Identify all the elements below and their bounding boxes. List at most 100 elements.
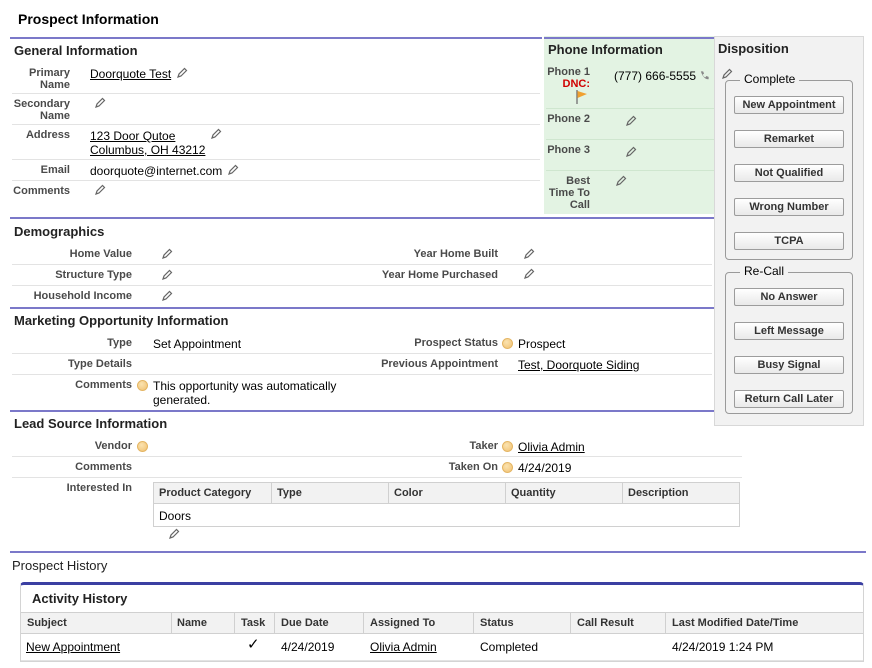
demographics-title: Demographics (14, 224, 105, 239)
address-line1-link[interactable]: 123 Door Qutoe (90, 129, 175, 143)
lead-comments-label: Comments (75, 461, 132, 473)
not-qualified-button[interactable]: Not Qualified (734, 164, 844, 182)
section-rule (10, 307, 714, 309)
section-rule (10, 551, 866, 553)
col-subject[interactable]: Subject (27, 617, 67, 629)
email-value: doorquote@internet.com (90, 164, 223, 178)
vendor-help-icon[interactable] (137, 441, 148, 452)
prospect-status-label: Prospect Status (414, 337, 498, 349)
activity-history-title: Activity History (32, 591, 128, 606)
subject-link[interactable]: New Appointment (26, 640, 120, 654)
edit-email-icon[interactable] (227, 164, 239, 176)
address-label: Address (25, 129, 70, 141)
previous-appt-label: Previous Appointment (381, 358, 498, 370)
dnc-flag-icon (574, 89, 590, 108)
prospect-status-value: Prospect (518, 337, 566, 351)
general-section-title: General Information (14, 43, 138, 58)
phone-call-icon[interactable] (699, 70, 710, 84)
type-details-label: Type Details (68, 358, 132, 370)
col-product-category[interactable]: Product Category (159, 487, 251, 499)
primary-name-label: Primary Name (29, 67, 70, 91)
col-due-date[interactable]: Due Date (281, 617, 329, 629)
interested-table-row (153, 504, 740, 527)
task-check-icon: ✓ (247, 636, 260, 653)
phone3-label: Phone 3 (547, 144, 590, 156)
col-last-modified[interactable]: Last Modified Date/Time (672, 617, 798, 629)
wrong-number-button[interactable]: Wrong Number (734, 198, 844, 216)
col-task[interactable]: Task (241, 617, 265, 629)
structure-type-label: Structure Type (55, 269, 132, 281)
phone1-value: (777) 666-5555 (614, 69, 697, 83)
complete-legend: Complete (740, 72, 800, 86)
edit-comments-icon[interactable] (94, 184, 106, 196)
col-assigned-to[interactable]: Assigned To (370, 617, 435, 629)
edit-disposition-icon[interactable] (721, 68, 733, 80)
col-color[interactable]: Color (394, 487, 423, 499)
vendor-label: Vendor (94, 440, 132, 452)
taken-on-label: Taken On (448, 461, 498, 473)
household-income-label: Household Income (33, 290, 132, 302)
new-appointment-button[interactable]: New Appointment (734, 96, 844, 114)
edit-best-time-icon[interactable] (615, 175, 627, 187)
section-rule (10, 410, 714, 412)
phone-section-title: Phone Information (548, 42, 663, 57)
secondary-name-label: Secondary Name (13, 98, 70, 122)
left-message-button[interactable]: Left Message (734, 322, 844, 340)
comments-help-icon[interactable] (137, 380, 148, 391)
address-line2-link[interactable]: Columbus, OH 43212 (90, 143, 205, 157)
edit-household-income-icon[interactable] (161, 290, 173, 302)
primary-name-link[interactable]: Doorquote Test (90, 67, 171, 81)
disposition-title: Disposition (718, 41, 789, 56)
edit-interested-in-icon[interactable] (168, 528, 180, 540)
prospect-history-title: Prospect History (12, 558, 108, 573)
col-type[interactable]: Type (277, 487, 302, 499)
edit-primary-name-icon[interactable] (176, 67, 188, 79)
edit-secondary-name-icon[interactable] (94, 97, 106, 109)
section-rule (10, 217, 714, 219)
return-call-later-button[interactable]: Return Call Later (734, 390, 844, 408)
edit-year-purchased-icon[interactable] (523, 268, 535, 280)
edit-structure-type-icon[interactable] (161, 269, 173, 281)
edit-address-icon[interactable] (210, 128, 222, 140)
edit-phone3-icon[interactable] (625, 146, 637, 158)
edit-year-built-icon[interactable] (523, 248, 535, 260)
taker-label: Taker (469, 440, 498, 452)
year-purchased-label: Year Home Purchased (381, 269, 498, 281)
tcpa-button[interactable]: TCPA (734, 232, 844, 250)
best-time-label: Best Time To Call (548, 175, 590, 211)
taker-link[interactable]: Olivia Admin (518, 440, 585, 454)
marketing-comments-label: Comments (75, 379, 132, 391)
edit-home-value-icon[interactable] (161, 248, 173, 260)
year-built-label: Year Home Built (413, 248, 498, 260)
previous-appt-link[interactable]: Test, Doorquote Siding (518, 358, 639, 372)
page-title: Prospect Information (18, 11, 159, 27)
last-modified-value: 4/24/2019 1:24 PM (672, 640, 774, 654)
phone2-label: Phone 2 (547, 113, 590, 125)
taker-help-icon[interactable] (502, 441, 513, 452)
no-answer-button[interactable]: No Answer (734, 288, 844, 306)
section-rule (10, 37, 542, 39)
prospect-status-help-icon[interactable] (502, 338, 513, 349)
recall-legend: Re-Call (740, 264, 789, 278)
assigned-to-link[interactable]: Olivia Admin (370, 640, 437, 654)
home-value-label: Home Value (69, 248, 132, 260)
type-label: Type (107, 337, 132, 349)
busy-signal-button[interactable]: Busy Signal (734, 356, 844, 374)
col-call-result[interactable]: Call Result (577, 617, 634, 629)
taken-on-help-icon[interactable] (502, 462, 513, 473)
product-category-value: Doors (159, 509, 192, 523)
col-description[interactable]: Description (628, 487, 689, 499)
col-status[interactable]: Status (480, 617, 514, 629)
type-value: Set Appointment (153, 337, 242, 351)
col-name[interactable]: Name (177, 617, 207, 629)
email-label: Email (40, 164, 70, 176)
marketing-title: Marketing Opportunity Information (14, 313, 229, 328)
edit-phone2-icon[interactable] (625, 115, 637, 127)
remarket-button[interactable]: Remarket (734, 130, 844, 148)
status-value: Completed (480, 640, 539, 654)
phone1-label: Phone 1 (547, 66, 590, 78)
due-date-value: 4/24/2019 (281, 640, 335, 654)
col-quantity[interactable]: Quantity (511, 487, 556, 499)
interested-in-label: Interested In (66, 482, 132, 494)
comments-label: Comments (13, 185, 70, 197)
